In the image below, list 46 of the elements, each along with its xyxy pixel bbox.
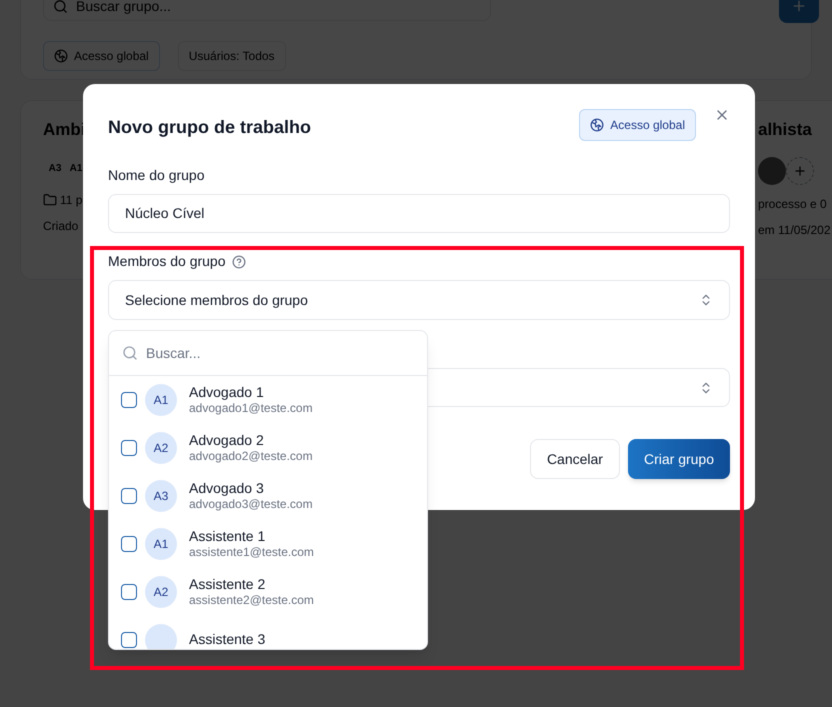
avatar: A2 <box>145 432 177 464</box>
avatar: A1 <box>145 384 177 416</box>
field-label: Membros do grupo <box>108 252 226 271</box>
card-meta: 11 p <box>60 192 82 208</box>
member-name: Assistente 3 <box>189 631 266 649</box>
checkbox[interactable] <box>121 488 137 504</box>
card-title: alhista <box>758 119 812 141</box>
globe-icon <box>590 118 604 132</box>
member-email: advogado3@teste.com <box>189 497 313 512</box>
members-select[interactable]: Selecione membros do grupo <box>108 280 730 320</box>
member-option[interactable]: A3 Advogado 3 advogado3@teste.com <box>109 472 427 520</box>
member-name: Assistente 2 <box>189 576 266 594</box>
member-email: assistente1@teste.com <box>189 545 314 560</box>
dropdown-search[interactable]: Buscar... <box>109 331 427 375</box>
dialog-title: Novo grupo de trabalho <box>108 116 312 139</box>
card-created: em 11/05/202 <box>758 222 830 238</box>
avatar: A1 <box>145 528 177 560</box>
name-input[interactable]: Núcleo Cível <box>108 194 730 233</box>
field-label: Nome do grupo <box>108 166 206 185</box>
member-email: advogado1@teste.com <box>189 401 313 416</box>
avatar <box>145 624 177 649</box>
card-meta: processo e 0 <box>758 196 827 212</box>
create-button[interactable]: Criar grupo <box>628 439 730 479</box>
avatar: A3 <box>145 480 177 512</box>
checkbox[interactable] <box>121 440 137 456</box>
access-badge: Acesso global <box>579 108 696 140</box>
cancel-button[interactable]: Cancelar <box>530 439 620 479</box>
member-option[interactable]: A2 Advogado 2 advogado2@teste.com <box>109 424 427 472</box>
member-name: Advogado 2 <box>189 432 265 450</box>
member-email: advogado2@teste.com <box>189 449 313 464</box>
checkbox[interactable] <box>121 584 137 600</box>
help-icon <box>232 254 246 268</box>
avatar: A2 <box>145 576 177 608</box>
card-created: Criado <box>43 218 78 234</box>
member-name: Advogado 3 <box>189 480 265 498</box>
member-name: Advogado 1 <box>189 384 265 402</box>
member-option[interactable]: Assistente 3 <box>109 616 427 649</box>
search-icon <box>122 345 138 361</box>
member-name: Assistente 1 <box>189 528 266 546</box>
checkbox[interactable] <box>121 536 137 552</box>
member-option[interactable]: A1 Advogado 1 advogado1@teste.com <box>109 376 427 424</box>
checkbox[interactable] <box>121 392 137 408</box>
member-option[interactable]: A1 Assistente 1 assistente1@teste.com <box>109 520 427 568</box>
member-option[interactable]: A2 Assistente 2 assistente2@teste.com <box>109 568 427 616</box>
checkbox[interactable] <box>121 632 137 648</box>
member-email: assistente2@teste.com <box>189 593 314 608</box>
